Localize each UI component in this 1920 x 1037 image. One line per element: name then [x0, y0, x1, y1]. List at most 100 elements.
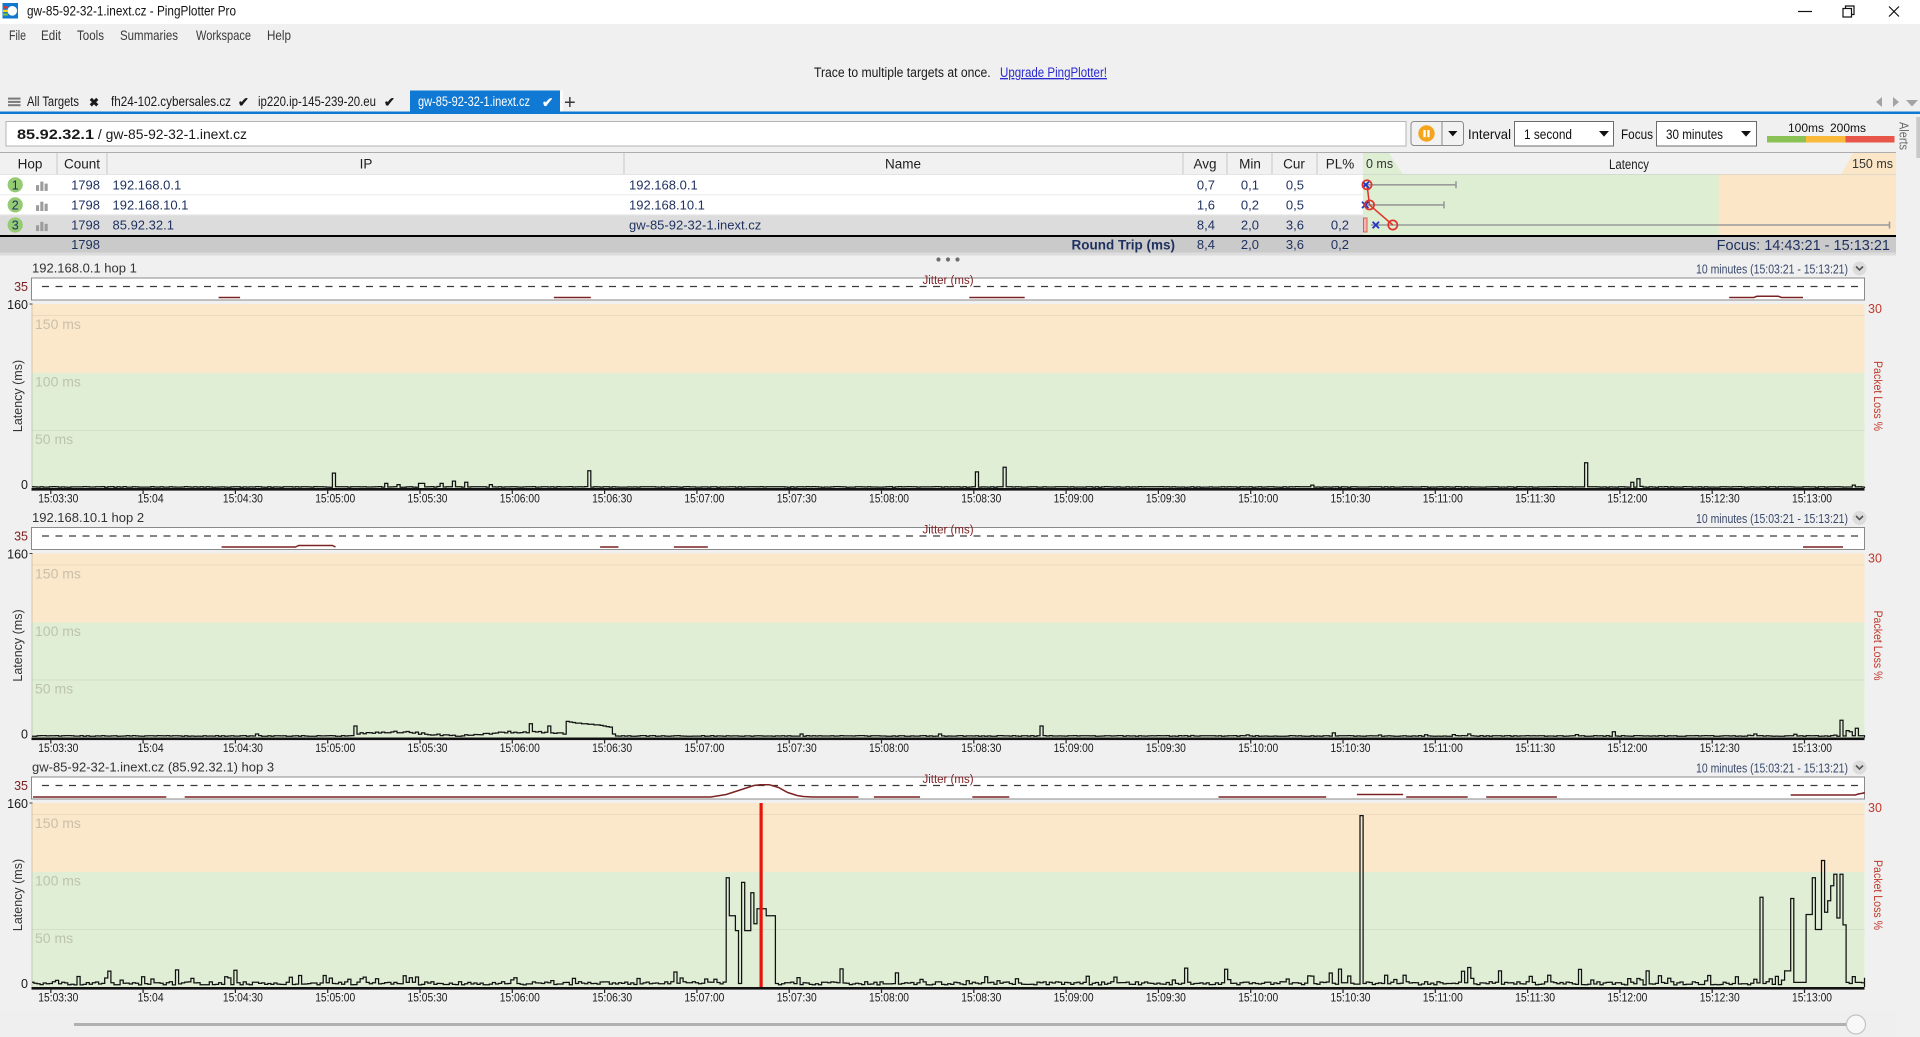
- svg-text:Help: Help: [267, 27, 291, 43]
- svg-text:192.168.10.1 hop 2: 192.168.10.1 hop 2: [32, 510, 144, 525]
- svg-text:Focus: Focus: [1621, 126, 1653, 142]
- svg-text:IP: IP: [360, 157, 373, 172]
- svg-text:0,5: 0,5: [1286, 197, 1304, 212]
- svg-text:10 minutes (15:03:21 - 15:13:2: 10 minutes (15:03:21 - 15:13:21): [1696, 511, 1848, 526]
- svg-text:0,7: 0,7: [1197, 177, 1215, 192]
- svg-text:3,6: 3,6: [1286, 218, 1304, 233]
- svg-text:0: 0: [21, 478, 28, 492]
- svg-text:160: 160: [7, 797, 28, 811]
- svg-text:fh24-102.cybersales.cz: fh24-102.cybersales.cz: [111, 94, 231, 109]
- svg-text:8,4: 8,4: [1197, 218, 1215, 233]
- svg-text:15:04:30: 15:04:30: [223, 741, 263, 755]
- svg-text:Latency (ms): Latency (ms): [11, 360, 25, 432]
- svg-text:Packet Loss %: Packet Loss %: [1871, 361, 1885, 431]
- svg-text:192.168.0.1: 192.168.0.1: [629, 177, 698, 192]
- svg-text:0: 0: [21, 977, 28, 991]
- svg-text:15:04:30: 15:04:30: [223, 492, 263, 506]
- svg-text:0,2: 0,2: [1331, 237, 1349, 252]
- svg-text:Count: Count: [64, 157, 100, 172]
- svg-text:All Targets: All Targets: [27, 94, 79, 109]
- svg-text:0,2: 0,2: [1331, 218, 1349, 233]
- svg-text:PL%: PL%: [1326, 157, 1355, 172]
- svg-text:15:09:00: 15:09:00: [1054, 741, 1094, 755]
- svg-text:15:12:00: 15:12:00: [1607, 492, 1647, 506]
- svg-text:1 second: 1 second: [1524, 126, 1572, 142]
- svg-text:15:05:30: 15:05:30: [408, 741, 448, 755]
- svg-text:15:05:30: 15:05:30: [408, 991, 448, 1005]
- svg-text:15:11:00: 15:11:00: [1423, 991, 1463, 1005]
- svg-text:File: File: [9, 27, 26, 43]
- svg-text:192.168.0.1 hop 1: 192.168.0.1 hop 1: [32, 261, 137, 276]
- svg-text:0 ms: 0 ms: [1366, 157, 1393, 171]
- svg-text:Latency (ms): Latency (ms): [11, 609, 25, 681]
- svg-text:1798: 1798: [71, 177, 100, 192]
- svg-text:Latency: Latency: [1609, 157, 1649, 172]
- svg-text:15:06:00: 15:06:00: [500, 492, 540, 506]
- svg-text:15:08:30: 15:08:30: [961, 492, 1001, 506]
- svg-text:1798: 1798: [71, 218, 100, 233]
- svg-text:Trace to multiple targets at o: Trace to multiple targets at once. Upgra…: [814, 65, 1107, 80]
- svg-text:15:07:00: 15:07:00: [684, 991, 724, 1005]
- svg-text:3: 3: [12, 219, 19, 233]
- svg-text:15:08:00: 15:08:00: [869, 991, 909, 1005]
- svg-text:1798: 1798: [71, 237, 100, 252]
- svg-text:+: +: [564, 92, 576, 114]
- svg-text:Jitter (ms): Jitter (ms): [922, 275, 973, 287]
- svg-text:15:07:30: 15:07:30: [777, 492, 817, 506]
- svg-text:15:12:00: 15:12:00: [1607, 741, 1647, 755]
- svg-text:15:11:30: 15:11:30: [1515, 991, 1555, 1005]
- svg-text:Name: Name: [885, 157, 921, 172]
- svg-text:150 ms: 150 ms: [35, 815, 81, 831]
- svg-text:160: 160: [7, 298, 28, 312]
- svg-text:15:12:30: 15:12:30: [1700, 492, 1740, 506]
- svg-text:30 minutes: 30 minutes: [1666, 126, 1723, 142]
- svg-text:15:05:00: 15:05:00: [315, 991, 355, 1005]
- svg-text:15:11:00: 15:11:00: [1423, 741, 1463, 755]
- svg-text:192.168.0.1: 192.168.0.1: [113, 177, 182, 192]
- svg-text:15:09:30: 15:09:30: [1146, 741, 1186, 755]
- svg-text:15:08:00: 15:08:00: [869, 492, 909, 506]
- svg-text:✔: ✔: [384, 95, 395, 110]
- svg-text:✔: ✔: [238, 95, 249, 110]
- svg-text:100ms: 100ms: [1788, 121, 1824, 135]
- svg-text:30: 30: [1868, 302, 1882, 316]
- svg-text:Tools: Tools: [77, 27, 104, 43]
- svg-text:Cur: Cur: [1283, 157, 1305, 172]
- svg-text:15:13:00: 15:13:00: [1792, 492, 1832, 506]
- svg-text:Avg: Avg: [1193, 157, 1216, 172]
- svg-text:✔: ✔: [542, 95, 553, 110]
- svg-text:35: 35: [14, 530, 28, 544]
- svg-text:Workspace: Workspace: [196, 27, 251, 43]
- svg-text:15:09:30: 15:09:30: [1146, 492, 1186, 506]
- svg-text:15:06:00: 15:06:00: [500, 991, 540, 1005]
- svg-text:15:10:30: 15:10:30: [1331, 741, 1371, 755]
- svg-text:gw-85-92-32-1.inext.cz - PingP: gw-85-92-32-1.inext.cz - PingPlotter Pro: [27, 4, 236, 19]
- svg-text:Jitter (ms): Jitter (ms): [922, 774, 973, 786]
- svg-text:85.92.32.1 / gw-85-92-32-1.ine: 85.92.32.1 / gw-85-92-32-1.inext.cz: [17, 126, 247, 142]
- svg-text:0: 0: [21, 728, 28, 742]
- svg-text:ip220.ip-145-239-20.eu: ip220.ip-145-239-20.eu: [258, 94, 376, 109]
- svg-text:15:04: 15:04: [138, 741, 164, 755]
- svg-text:15:03:30: 15:03:30: [38, 492, 78, 506]
- svg-text:15:10:00: 15:10:00: [1238, 991, 1278, 1005]
- svg-text:Jitter (ms): Jitter (ms): [922, 525, 973, 537]
- svg-text:0,5: 0,5: [1286, 177, 1304, 192]
- svg-text:30: 30: [1868, 801, 1882, 815]
- svg-text:35: 35: [14, 280, 28, 294]
- svg-text:150 ms: 150 ms: [35, 566, 81, 582]
- svg-text:15:05:30: 15:05:30: [408, 492, 448, 506]
- svg-text:0,1: 0,1: [1241, 177, 1259, 192]
- svg-text:15:08:30: 15:08:30: [961, 741, 1001, 755]
- svg-text:15:10:30: 15:10:30: [1331, 991, 1371, 1005]
- svg-text:15:10:00: 15:10:00: [1238, 492, 1278, 506]
- svg-text:15:09:30: 15:09:30: [1146, 991, 1186, 1005]
- svg-text:15:11:00: 15:11:00: [1423, 492, 1463, 506]
- svg-text:15:12:00: 15:12:00: [1607, 991, 1647, 1005]
- svg-text:15:03:30: 15:03:30: [38, 741, 78, 755]
- svg-text:15:13:00: 15:13:00: [1792, 741, 1832, 755]
- svg-text:✖: ✖: [89, 96, 99, 110]
- svg-text:15:05:00: 15:05:00: [315, 741, 355, 755]
- svg-text:Min: Min: [1239, 157, 1261, 172]
- svg-text:15:07:30: 15:07:30: [777, 741, 817, 755]
- svg-text:2,0: 2,0: [1241, 237, 1259, 252]
